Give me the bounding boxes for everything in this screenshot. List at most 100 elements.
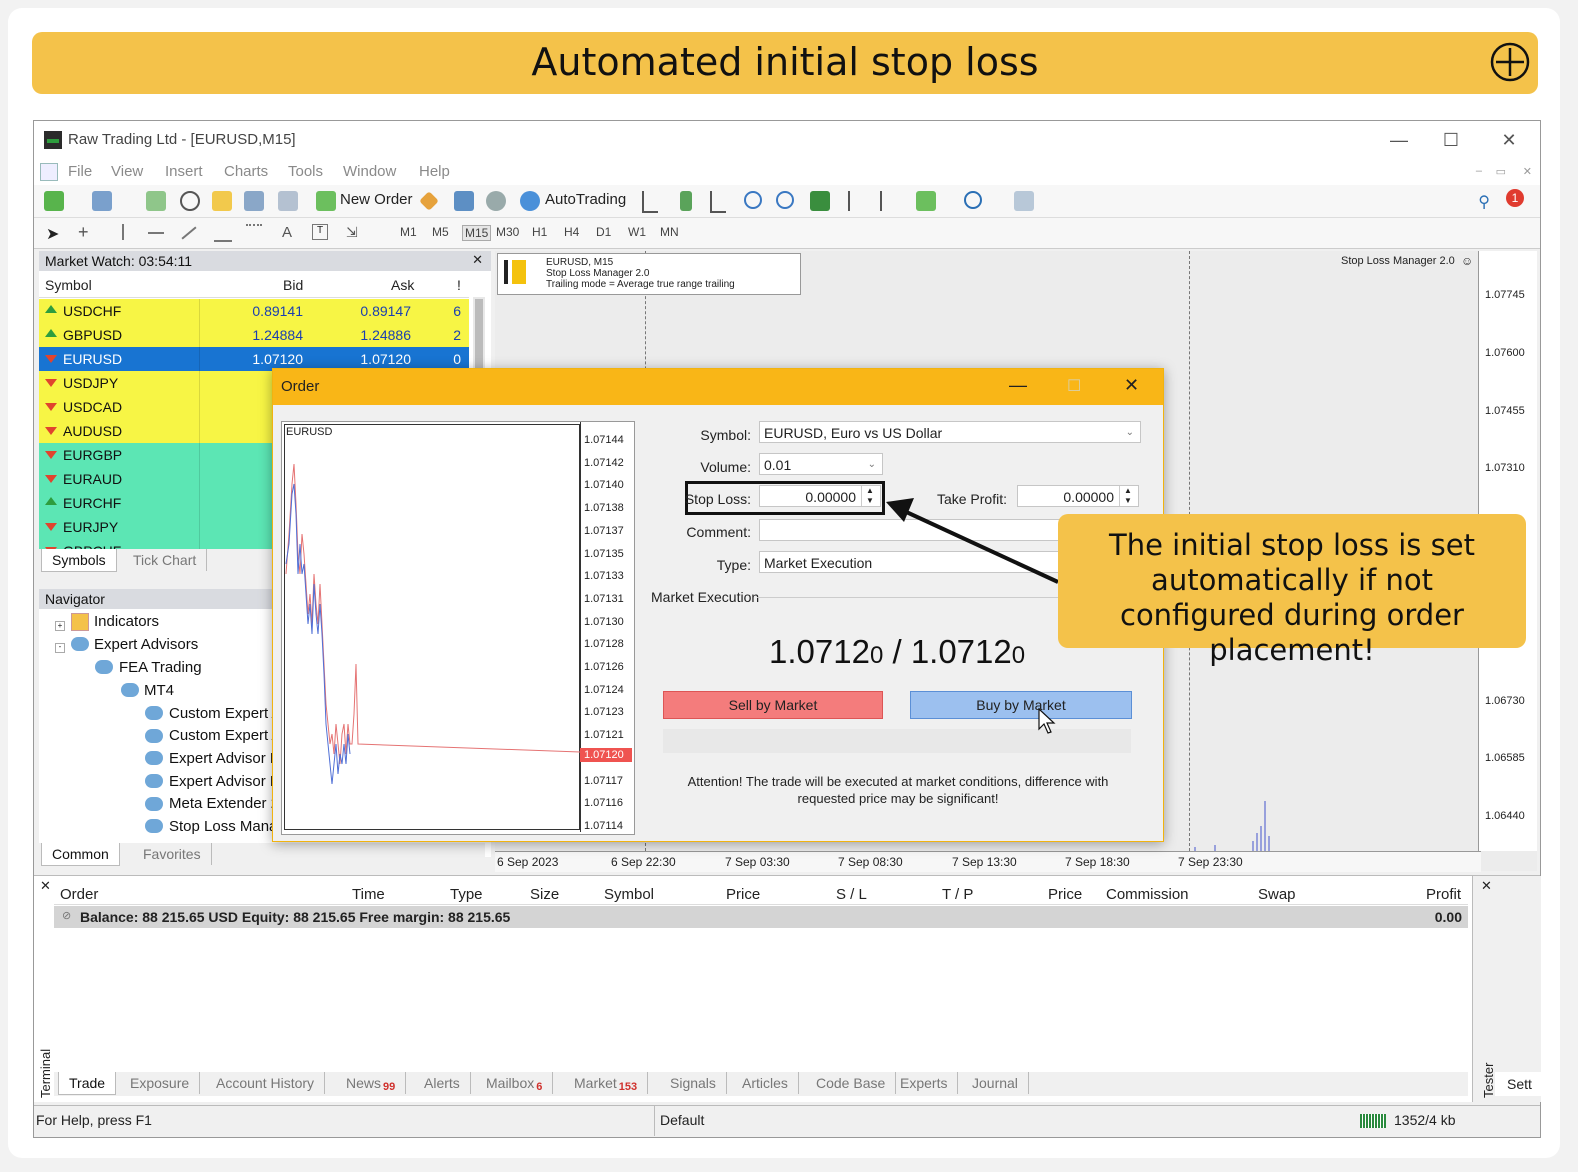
trendline-icon[interactable] bbox=[181, 226, 197, 240]
dialog-minimize-icon[interactable]: — bbox=[1009, 375, 1027, 396]
mdi-restore-icon[interactable]: ▭ bbox=[1496, 165, 1506, 178]
terminal-tab[interactable]: Signals bbox=[660, 1072, 727, 1094]
line-chart-icon[interactable] bbox=[710, 191, 726, 213]
sell-by-market-button[interactable]: Sell by Market bbox=[663, 691, 883, 719]
market-watch-icon[interactable] bbox=[146, 191, 166, 211]
zoom-out-icon[interactable] bbox=[776, 191, 794, 209]
buy-by-market-button[interactable]: Buy by Market bbox=[910, 691, 1132, 719]
strategy-icon[interactable] bbox=[454, 191, 474, 211]
market-watch-row[interactable]: GBPUSD 1.24884 1.24886 2 bbox=[39, 323, 469, 347]
tf-mn[interactable]: MN bbox=[660, 225, 679, 239]
text-label-icon[interactable]: T bbox=[312, 224, 328, 240]
nav-indicators[interactable]: Indicators bbox=[94, 613, 159, 630]
col-profit[interactable]: Profit bbox=[1426, 886, 1461, 903]
col-swap[interactable]: Swap bbox=[1258, 886, 1296, 903]
terminal-tab[interactable]: Journal bbox=[962, 1072, 1029, 1094]
nav-fea-trading[interactable]: FEA Trading bbox=[119, 659, 202, 676]
data-window-icon[interactable] bbox=[180, 191, 200, 211]
tf-h1[interactable]: H1 bbox=[532, 225, 547, 239]
mdi-close-icon[interactable]: ✕ bbox=[1523, 165, 1532, 178]
autotrading-button[interactable]: AutoTrading bbox=[545, 191, 626, 208]
col-commission[interactable]: Commission bbox=[1106, 886, 1189, 903]
terminal-tab[interactable]: Experts bbox=[890, 1072, 959, 1094]
search-icon[interactable]: ⚲ bbox=[1478, 192, 1490, 212]
notifications-icon[interactable]: 1 bbox=[1506, 189, 1524, 207]
metaeditor-icon[interactable] bbox=[419, 191, 439, 211]
collapse-icon[interactable]: - bbox=[55, 643, 65, 653]
autotrading-icon[interactable] bbox=[520, 191, 540, 211]
menu-view[interactable]: View bbox=[111, 163, 143, 180]
dialog-maximize-icon[interactable]: ☐ bbox=[1067, 376, 1081, 396]
terminal-tab[interactable]: Alerts bbox=[414, 1072, 471, 1094]
new-order-icon[interactable] bbox=[316, 191, 336, 211]
menu-window[interactable]: Window bbox=[343, 163, 396, 180]
nav-ea-4[interactable]: Expert Advisor M bbox=[169, 773, 282, 790]
balance-row[interactable]: ⊘ Balance: 88 215.65 USD Equity: 88 215.… bbox=[54, 906, 1468, 928]
zoom-in-icon[interactable] bbox=[744, 191, 762, 209]
new-chart-icon[interactable] bbox=[44, 191, 64, 211]
col-order[interactable]: Order bbox=[60, 886, 98, 903]
text-icon[interactable]: A bbox=[282, 224, 292, 241]
chart-shift-icon[interactable] bbox=[848, 191, 864, 211]
maximize-icon[interactable]: ☐ bbox=[1428, 127, 1474, 153]
horizontal-line-icon[interactable] bbox=[148, 232, 164, 234]
navigator-icon[interactable] bbox=[212, 191, 232, 211]
tab-common[interactable]: Common bbox=[41, 843, 120, 866]
tab-symbols[interactable]: Symbols bbox=[41, 549, 117, 572]
tf-m1[interactable]: M1 bbox=[400, 225, 417, 239]
nav-ea-2[interactable]: Custom Expert A bbox=[169, 727, 282, 744]
col-tp[interactable]: T / P bbox=[942, 886, 973, 903]
minimize-icon[interactable]: — bbox=[1376, 127, 1422, 153]
periods-icon[interactable] bbox=[964, 191, 982, 209]
col-sl[interactable]: S / L bbox=[836, 886, 867, 903]
tf-m30[interactable]: M30 bbox=[496, 225, 519, 239]
new-order-button[interactable]: New Order bbox=[340, 191, 413, 208]
bar-chart-icon[interactable] bbox=[642, 191, 658, 213]
tf-m15[interactable]: M15 bbox=[462, 225, 492, 241]
tf-m5[interactable]: M5 bbox=[432, 225, 449, 239]
take-profit-spinner-icon[interactable]: ▲ ▼ bbox=[1119, 486, 1136, 506]
menu-insert[interactable]: Insert bbox=[165, 163, 203, 180]
symbol-select[interactable]: EURUSD, Euro vs US Dollar ⌄ bbox=[759, 421, 1141, 443]
profiles-icon[interactable] bbox=[92, 191, 112, 211]
close-icon[interactable]: ✕ bbox=[1486, 127, 1532, 153]
plus-circle-icon[interactable] bbox=[1490, 42, 1530, 82]
crosshair-icon[interactable]: + bbox=[78, 222, 89, 243]
templates-icon[interactable] bbox=[1014, 191, 1034, 211]
nav-expert-advisors[interactable]: Expert Advisors bbox=[94, 636, 198, 653]
col-spread[interactable]: ! bbox=[457, 277, 461, 293]
col-price[interactable]: Price bbox=[726, 886, 760, 903]
candles-icon[interactable] bbox=[680, 191, 692, 211]
col-size[interactable]: Size bbox=[530, 886, 559, 903]
terminal-tab[interactable]: Trade bbox=[58, 1072, 117, 1095]
terminal-tab[interactable]: Exposure bbox=[120, 1072, 201, 1094]
menu-charts[interactable]: Charts bbox=[224, 163, 268, 180]
menu-tools[interactable]: Tools bbox=[288, 163, 323, 180]
terminal-tab[interactable]: Code Base bbox=[806, 1072, 897, 1094]
col-symbol[interactable]: Symbol bbox=[45, 277, 92, 293]
terminal-close-icon[interactable]: ✕ bbox=[40, 878, 51, 894]
autoscroll-icon[interactable] bbox=[880, 191, 896, 211]
terminal-tab[interactable]: News 99 bbox=[336, 1072, 407, 1094]
mdi-minimize-icon[interactable]: – bbox=[1476, 165, 1482, 177]
nav-ea-1[interactable]: Custom Expert A bbox=[169, 705, 282, 722]
tf-d1[interactable]: D1 bbox=[596, 225, 611, 239]
vertical-line-icon[interactable] bbox=[122, 224, 124, 240]
menu-help[interactable]: Help bbox=[419, 163, 450, 180]
cursor-icon[interactable]: ➤ bbox=[46, 224, 59, 244]
mini-chart[interactable]: EURUSD 1.07144 1.07142 1.07140 1.07138 1.071… bbox=[281, 421, 635, 835]
arrows-icon[interactable]: ⇲ bbox=[346, 224, 358, 241]
tile-windows-icon[interactable] bbox=[810, 191, 830, 211]
indicators-icon[interactable] bbox=[916, 191, 936, 211]
tf-h4[interactable]: H4 bbox=[564, 225, 579, 239]
signals-icon[interactable] bbox=[486, 191, 506, 211]
tf-w1[interactable]: W1 bbox=[628, 225, 646, 239]
volume-select[interactable]: 0.01 ⌄ bbox=[759, 453, 883, 475]
nav-ea-5[interactable]: Meta Extender 2 bbox=[169, 795, 279, 812]
stop-loss-input[interactable]: 0.00000 ▲ ▼ bbox=[759, 485, 881, 507]
tab-settings[interactable]: Sett bbox=[1495, 1072, 1541, 1096]
col-bid[interactable]: Bid bbox=[283, 277, 303, 293]
nav-ea-3[interactable]: Expert Advisor E bbox=[169, 750, 280, 767]
expand-icon[interactable]: + bbox=[55, 621, 65, 631]
market-watch-close-icon[interactable]: ✕ bbox=[472, 252, 483, 268]
